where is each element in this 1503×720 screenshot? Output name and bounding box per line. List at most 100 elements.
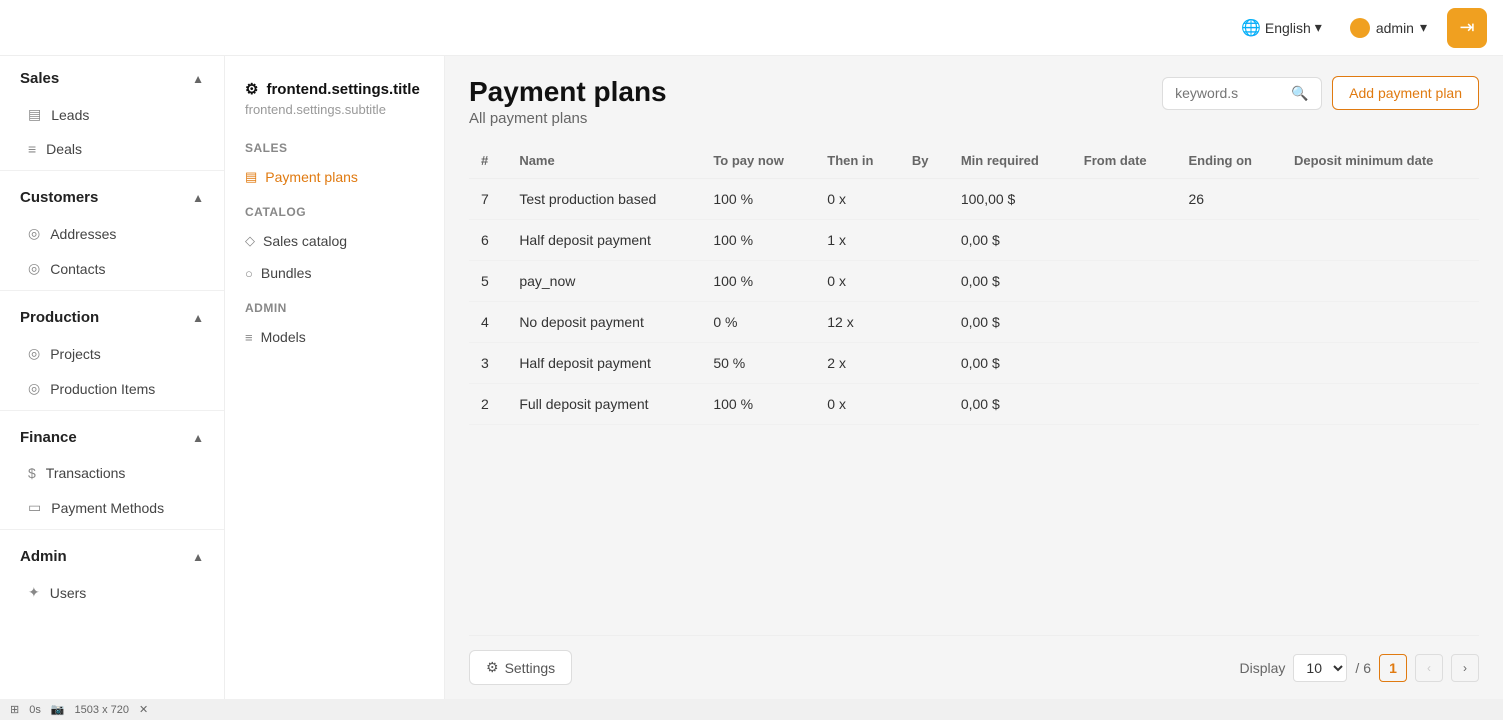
add-payment-plan-button[interactable]: Add payment plan [1332, 76, 1479, 110]
table-row[interactable]: 4 No deposit payment 0 % 12 x 0,00 $ [469, 302, 1479, 343]
cell-id: 2 [469, 384, 507, 425]
status-time: 0s [29, 704, 41, 716]
projects-icon: ◎ [28, 345, 40, 362]
sidebar-item-addresses[interactable]: ◎ Addresses [0, 216, 224, 251]
settings-footer-button[interactable]: ⚙ Settings [469, 650, 572, 685]
display-select[interactable]: 10 20 50 [1293, 654, 1347, 682]
logout-button[interactable]: ⇥ [1447, 8, 1487, 48]
close-icon[interactable]: ✕ [139, 703, 148, 716]
table-row[interactable]: 6 Half deposit payment 100 % 1 x 0,00 $ [469, 220, 1479, 261]
sidebar-item-leads[interactable]: ▤ Leads [0, 97, 224, 132]
current-page-number[interactable]: 1 [1379, 654, 1407, 682]
table-row[interactable]: 2 Full deposit payment 100 % 0 x 0,00 $ [469, 384, 1479, 425]
cell-min-required: 0,00 $ [949, 384, 1072, 425]
table-header-row: # Name To pay now Then in By Min require… [469, 143, 1479, 179]
table-row[interactable]: 3 Half deposit payment 50 % 2 x 0,00 $ [469, 343, 1479, 384]
language-label: English [1265, 20, 1311, 36]
search-icon: 🔍 [1291, 85, 1308, 102]
top-header: 🌐 English ▾ admin ▾ ⇥ [0, 0, 1503, 56]
cell-deposit-min-date [1282, 179, 1479, 220]
sidebar-item-payment-methods[interactable]: ▭ Payment Methods [0, 490, 224, 525]
sidebar-group-admin[interactable]: Admin ▲ [0, 534, 224, 575]
page-subtitle: All payment plans [469, 110, 667, 127]
sales-catalog-icon: ◇ [245, 233, 255, 249]
deals-icon: ≡ [28, 141, 36, 157]
cell-ending-on [1176, 302, 1282, 343]
sidebar-item-projects[interactable]: ◎ Projects [0, 336, 224, 371]
sidebar-item-payment-methods-label: Payment Methods [51, 500, 164, 516]
settings-nav-bundles[interactable]: ○ Bundles [225, 257, 444, 289]
sidebar-group-sales[interactable]: Sales ▲ [0, 56, 224, 97]
search-input-wrapper[interactable]: 🔍 [1162, 77, 1322, 110]
sidebar-group-customers[interactable]: Customers ▲ [0, 175, 224, 216]
cell-deposit-min-date [1282, 384, 1479, 425]
cell-id: 3 [469, 343, 507, 384]
cell-to-pay-now: 100 % [701, 179, 815, 220]
cell-from-date [1072, 179, 1177, 220]
cell-by [900, 302, 949, 343]
settings-nav-models-label: Models [261, 329, 306, 345]
cell-from-date [1072, 220, 1177, 261]
table-wrapper: # Name To pay now Then in By Min require… [469, 143, 1479, 627]
col-id: # [469, 143, 507, 179]
admin-menu[interactable]: admin ▾ [1342, 14, 1435, 42]
cell-from-date [1072, 302, 1177, 343]
search-input[interactable] [1175, 85, 1285, 101]
cell-to-pay-now: 100 % [701, 384, 815, 425]
table-body: 7 Test production based 100 % 0 x 100,00… [469, 179, 1479, 425]
table-row[interactable]: 5 pay_now 100 % 0 x 0,00 $ [469, 261, 1479, 302]
sidebar-item-contacts-label: Contacts [50, 261, 105, 277]
cell-ending-on [1176, 384, 1282, 425]
settings-nav-sales-catalog-label: Sales catalog [263, 233, 347, 249]
prev-page-button[interactable]: ‹ [1415, 654, 1443, 682]
next-page-button[interactable]: › [1451, 654, 1479, 682]
chevron-down-icon: ▾ [1420, 19, 1427, 36]
globe-icon: 🌐 [1241, 18, 1261, 38]
settings-nav-payment-plans[interactable]: ▤ Payment plans [225, 161, 444, 193]
sidebar-group-finance[interactable]: Finance ▲ [0, 415, 224, 456]
cell-min-required: 0,00 $ [949, 302, 1072, 343]
cell-from-date [1072, 384, 1177, 425]
table-row[interactable]: 7 Test production based 100 % 0 x 100,00… [469, 179, 1479, 220]
page-title: Payment plans [469, 76, 667, 108]
settings-nav-models[interactable]: ≡ Models [225, 321, 444, 353]
sidebar-item-users[interactable]: ✦ Users [0, 575, 224, 610]
pagination-area: Display 10 20 50 / 6 1 ‹ › [1240, 654, 1479, 682]
sidebar-item-production-items[interactable]: ◎ Production Items [0, 371, 224, 406]
settings-gear-icon: ⚙ [245, 80, 258, 98]
sidebar-item-transactions[interactable]: $ Transactions [0, 456, 224, 490]
sidebar-section-customers: Customers ▲ ◎ Addresses ◎ Contacts [0, 175, 224, 286]
status-grid-icon: ⊞ [10, 703, 19, 716]
transactions-icon: $ [28, 465, 36, 481]
sidebar-item-contacts[interactable]: ◎ Contacts [0, 251, 224, 286]
display-label: Display [1240, 660, 1286, 676]
cell-by [900, 220, 949, 261]
sidebar-group-production-label: Production [20, 309, 99, 326]
sidebar-item-leads-label: Leads [51, 107, 89, 123]
status-camera-icon: 📷 [51, 703, 65, 716]
table-header: Payment plans All payment plans 🔍 Add pa… [469, 76, 1479, 127]
settings-title: ⚙ frontend.settings.title [225, 72, 444, 102]
addresses-icon: ◎ [28, 225, 40, 242]
cell-from-date [1072, 343, 1177, 384]
cell-by [900, 384, 949, 425]
col-min-required: Min required [949, 143, 1072, 179]
sidebar-item-deals-label: Deals [46, 141, 82, 157]
sidebar-group-production[interactable]: Production ▲ [0, 295, 224, 336]
sidebar-item-transactions-label: Transactions [46, 465, 126, 481]
sidebar-group-sales-label: Sales [20, 70, 59, 87]
models-icon: ≡ [245, 330, 253, 345]
settings-nav-sales-catalog[interactable]: ◇ Sales catalog [225, 225, 444, 257]
cell-deposit-min-date [1282, 343, 1479, 384]
settings-group-sales-label: Sales [225, 129, 444, 161]
chevron-up-icon: ▲ [192, 311, 204, 325]
cell-then-in: 1 x [815, 220, 900, 261]
cell-by [900, 179, 949, 220]
cell-to-pay-now: 100 % [701, 220, 815, 261]
sidebar-item-deals[interactable]: ≡ Deals [0, 132, 224, 166]
status-bar: ⊞ 0s 📷 1503 x 720 ✕ [0, 699, 1503, 720]
language-selector[interactable]: 🌐 English ▾ [1233, 14, 1330, 42]
sidebar-item-production-items-label: Production Items [50, 381, 155, 397]
cell-name: Full deposit payment [507, 384, 701, 425]
cell-to-pay-now: 100 % [701, 261, 815, 302]
